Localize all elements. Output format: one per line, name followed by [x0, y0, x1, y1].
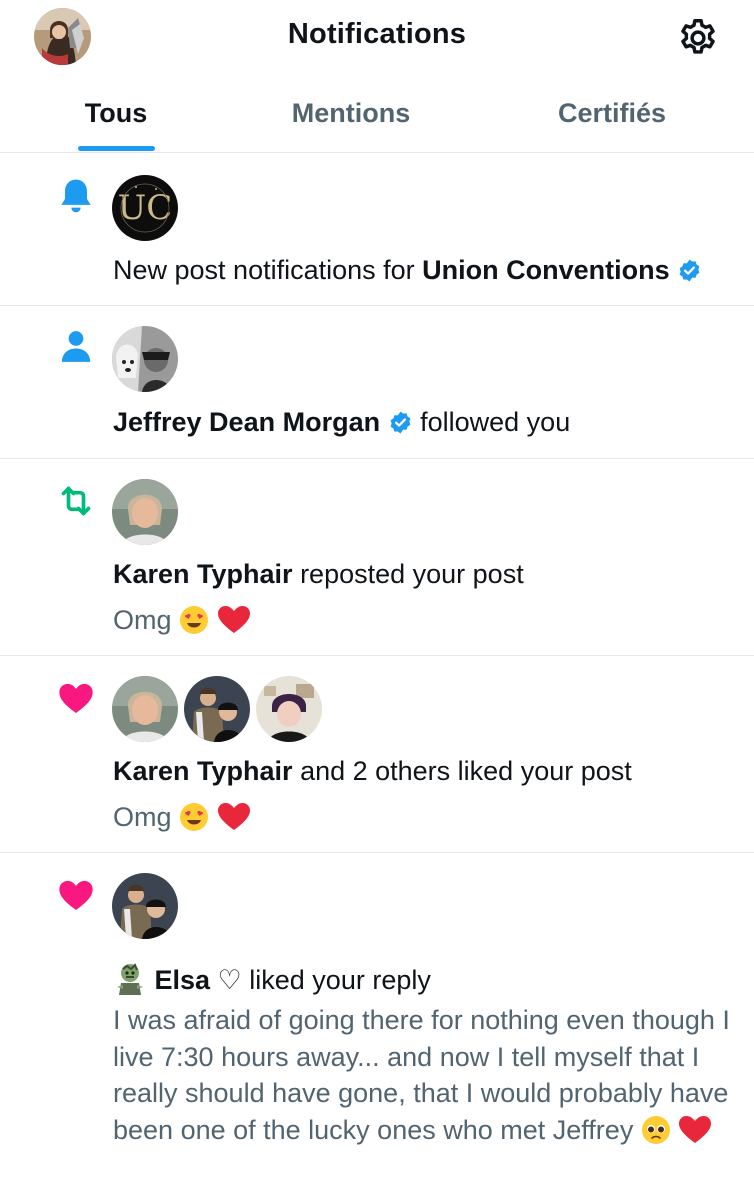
verified-badge-icon	[388, 410, 413, 435]
notification-text: Karen Typhair and 2 others liked your po…	[113, 756, 632, 787]
active-tab-indicator	[78, 146, 155, 151]
account-name[interactable]: Elsa ♡	[155, 965, 242, 995]
account-name[interactable]: Union Conventions	[422, 255, 669, 285]
heart-eyes-emoji-icon	[179, 802, 209, 839]
red-heart-emoji-icon	[217, 802, 251, 839]
bell-icon	[56, 176, 96, 216]
notification-text: Karen Typhair reposted your post	[113, 559, 524, 590]
post-snippet[interactable]: Omg	[113, 802, 251, 839]
notification-text: Jeffrey Dean Morgan followed you	[113, 407, 570, 438]
zombie-emoji-icon	[113, 961, 147, 1002]
avatar[interactable]	[112, 873, 178, 939]
notification-text-prefix: New post notifications for	[113, 255, 423, 285]
notification-item[interactable]: Elsa ♡ liked your reply I was afraid of …	[0, 853, 754, 1200]
reply-snippet[interactable]: I was afraid of going there for nothing …	[113, 1002, 738, 1154]
account-name[interactable]: Karen Typhair	[113, 756, 293, 786]
verified-badge-icon	[677, 258, 702, 283]
tab-all[interactable]: Tous	[56, 98, 176, 129]
avatar[interactable]: UC	[112, 175, 178, 241]
notification-text: New post notifications for Union Convent…	[113, 255, 702, 286]
avatar[interactable]	[256, 676, 322, 742]
repost-icon	[56, 481, 96, 521]
notification-item[interactable]: Karen Typhair reposted your post Omg	[0, 459, 754, 656]
avatar[interactable]	[112, 326, 178, 392]
notification-action: and 2 others liked your post	[292, 756, 632, 786]
notification-item[interactable]: UC New post notifications for Union Conv…	[0, 154, 754, 306]
notification-item[interactable]: Jeffrey Dean Morgan followed you	[0, 306, 754, 459]
notification-action: followed you	[420, 407, 571, 437]
notification-item[interactable]: Karen Typhair and 2 others liked your po…	[0, 656, 754, 853]
snippet-text: Omg	[113, 802, 172, 832]
red-heart-emoji-icon	[217, 605, 251, 642]
account-name[interactable]: Jeffrey Dean Morgan	[113, 407, 380, 437]
heart-icon	[56, 678, 96, 718]
notification-action: liked your reply	[241, 965, 431, 995]
avatar[interactable]	[184, 676, 250, 742]
avatar[interactable]	[112, 479, 178, 545]
heart-eyes-emoji-icon	[179, 605, 209, 642]
tab-mentions[interactable]: Mentions	[270, 98, 432, 129]
notification-text: Elsa ♡ liked your reply	[113, 961, 431, 1002]
pleading-face-emoji-icon	[641, 1115, 671, 1155]
snippet-text: I was afraid of going there for nothing …	[113, 1005, 730, 1145]
avatar[interactable]	[112, 676, 178, 742]
top-bar: Notifications	[0, 0, 754, 76]
person-icon	[56, 326, 96, 366]
heart-icon	[56, 875, 96, 915]
gear-icon[interactable]	[676, 16, 720, 60]
account-name[interactable]: Karen Typhair	[113, 559, 293, 589]
notification-action: reposted your post	[292, 559, 524, 589]
red-heart-emoji-icon	[678, 1115, 712, 1155]
tab-bar: Tous Mentions Certifiés	[0, 80, 754, 153]
page-title: Notifications	[287, 18, 467, 50]
tab-verified[interactable]: Certifiés	[528, 98, 696, 129]
post-snippet[interactable]: Omg	[113, 605, 251, 642]
snippet-text: Omg	[113, 605, 172, 635]
